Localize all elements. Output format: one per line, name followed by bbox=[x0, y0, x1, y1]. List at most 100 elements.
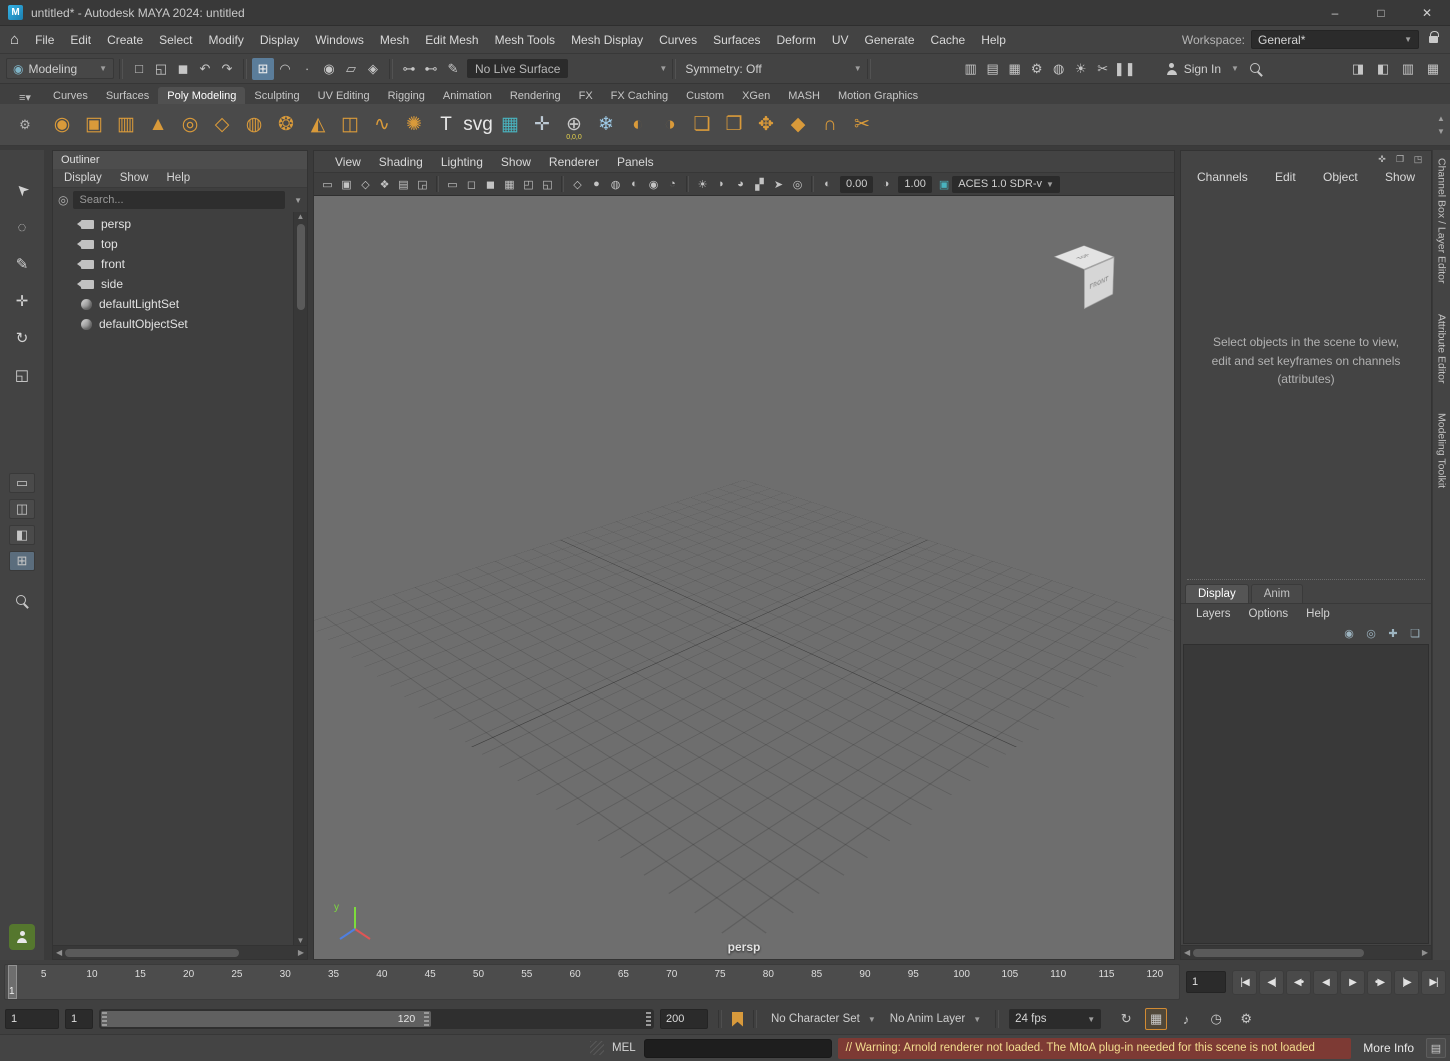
pan-zoom-icon[interactable]: ◲ bbox=[413, 175, 432, 194]
workspace-selector[interactable]: General* ▼ bbox=[1251, 30, 1419, 49]
outliner-item[interactable]: defaultObjectSet bbox=[53, 314, 293, 334]
viewport-menu-renderer[interactable]: Renderer bbox=[540, 152, 608, 172]
shaded-icon[interactable]: ● bbox=[587, 175, 606, 194]
paint-select-tool[interactable]: ✎ bbox=[8, 250, 36, 278]
redo-icon[interactable]: ↷ bbox=[216, 58, 238, 80]
animation-preferences-icon[interactable]: ⚙ bbox=[1235, 1008, 1257, 1030]
tool-settings-toggle-icon[interactable]: ◧ bbox=[1372, 58, 1394, 80]
viewport-menu-shading[interactable]: Shading bbox=[370, 152, 432, 172]
outliner-item[interactable]: top bbox=[53, 234, 293, 254]
poly-pipe-icon[interactable]: ◫ bbox=[334, 109, 366, 141]
more-info-button[interactable]: More Info bbox=[1357, 1041, 1420, 1055]
poly-pyramid-icon[interactable]: ◭ bbox=[302, 109, 334, 141]
bevel-icon[interactable]: ◆ bbox=[782, 109, 814, 141]
chevron-down-icon[interactable]: ▼ bbox=[850, 64, 862, 73]
sweep-mesh-icon[interactable]: ▦ bbox=[494, 109, 526, 141]
sidebar-tab-channel-box-layer-editor[interactable]: Channel Box / Layer Editor bbox=[1436, 158, 1448, 284]
auto-keyframe-icon[interactable]: ▦ bbox=[1145, 1008, 1167, 1030]
render-setup-icon[interactable]: ✂ bbox=[1092, 58, 1114, 80]
freeze-transform-icon[interactable]: ❄ bbox=[590, 109, 622, 141]
open-scene-icon[interactable]: ◱ bbox=[150, 58, 172, 80]
layer-menu-help[interactable]: Help bbox=[1297, 606, 1339, 622]
new-scene-icon[interactable]: □ bbox=[128, 58, 150, 80]
play-forwards-button[interactable]: ▶ bbox=[1340, 970, 1365, 995]
pane-outliner-layout-button[interactable]: ◧ bbox=[9, 525, 35, 545]
playback-loop-icon[interactable]: ↻ bbox=[1115, 1008, 1137, 1030]
lock-workspace-icon[interactable] bbox=[1429, 36, 1438, 43]
animation-end-field[interactable] bbox=[660, 1009, 708, 1029]
attribute-editor-toggle-icon[interactable]: ◨ bbox=[1347, 58, 1369, 80]
single-pane-layout-button[interactable]: ▭ bbox=[9, 473, 35, 493]
new-layer-from-selected-icon[interactable]: ❏ bbox=[1407, 625, 1423, 641]
playback-speed-icon[interactable]: ◷ bbox=[1205, 1008, 1227, 1030]
scroll-thumb[interactable] bbox=[297, 224, 305, 310]
shelf-tab-motion-graphics[interactable]: Motion Graphics bbox=[829, 87, 927, 104]
poly-sphere-icon[interactable]: ◉ bbox=[46, 109, 78, 141]
scroll-thumb[interactable] bbox=[65, 949, 239, 957]
ipr-render-icon[interactable]: ▦ bbox=[1004, 58, 1026, 80]
mel-language-selector[interactable]: MEL bbox=[610, 1042, 638, 1054]
filter-icon[interactable]: ◎ bbox=[58, 193, 68, 207]
poly-type-icon[interactable]: T bbox=[430, 109, 462, 141]
channel-box-menu-show[interactable]: Show bbox=[1385, 170, 1415, 184]
wireframe-icon[interactable]: ◇ bbox=[568, 175, 587, 194]
maximize-button[interactable]: □ bbox=[1358, 0, 1404, 25]
chevron-down-icon[interactable]: ▼ bbox=[290, 196, 302, 205]
channel-box-toggle-icon[interactable]: ▥ bbox=[1397, 58, 1419, 80]
move-to-origin-icon[interactable]: ⊕ 0,0,0 bbox=[558, 109, 590, 141]
exposure-field[interactable]: 0.00 bbox=[840, 176, 873, 193]
step-back-frame-button[interactable]: ◀| bbox=[1259, 970, 1284, 995]
select-tool[interactable]: ➤ bbox=[8, 176, 36, 204]
duplicate-tab-icon[interactable]: ❐ bbox=[1393, 153, 1407, 165]
animation-start-field[interactable] bbox=[5, 1009, 59, 1029]
view-cube[interactable]: FRONT RIGHT TOP bbox=[1046, 238, 1122, 314]
range-handle-end[interactable] bbox=[646, 1012, 651, 1026]
tear-off-copy-icon[interactable]: ◳ bbox=[1411, 153, 1425, 165]
exposure-icon[interactable]: ◐ bbox=[818, 175, 837, 194]
poly-gear-icon[interactable]: ✺ bbox=[398, 109, 430, 141]
isolate-select-icon[interactable]: ◎ bbox=[788, 175, 807, 194]
shadows-icon[interactable]: ◗ bbox=[712, 175, 731, 194]
poly-torus-icon[interactable]: ◎ bbox=[174, 109, 206, 141]
outliner-menu-display[interactable]: Display bbox=[55, 169, 111, 187]
fps-selector[interactable]: 24 fps ▼ bbox=[1009, 1009, 1101, 1029]
view-transform-selector[interactable]: ACES 1.0 SDR-v ▼ bbox=[952, 176, 1060, 193]
image-plane-icon[interactable]: ▤ bbox=[394, 175, 413, 194]
shelf-tab-animation[interactable]: Animation bbox=[434, 87, 501, 104]
separate-icon[interactable]: ❐ bbox=[718, 109, 750, 141]
user-avatar[interactable] bbox=[9, 924, 35, 950]
hypershade-icon[interactable]: ◍ bbox=[1048, 58, 1070, 80]
gamma-icon[interactable]: ◑ bbox=[876, 175, 895, 194]
layer-tab-display[interactable]: Display bbox=[1185, 584, 1249, 603]
anim-layer-selector[interactable]: No Anim Layer ▼ bbox=[886, 1013, 985, 1025]
shelf-gear-icon[interactable]: ⚙ bbox=[6, 117, 44, 133]
ambient-occlusion-icon[interactable]: ◕ bbox=[731, 175, 750, 194]
layer-tab-anim[interactable]: Anim bbox=[1251, 584, 1303, 603]
layer-menu-layers[interactable]: Layers bbox=[1187, 606, 1240, 622]
step-back-key-button[interactable]: ◀• bbox=[1286, 970, 1311, 995]
select-camera-icon[interactable]: ▭ bbox=[318, 175, 337, 194]
chevron-down-icon[interactable]: ▼ bbox=[655, 64, 667, 73]
layer-visibility-icon[interactable]: ◉ bbox=[1341, 625, 1357, 641]
outliner-item[interactable]: persp bbox=[53, 214, 293, 234]
snap-to-projected-center-icon[interactable]: ◉ bbox=[318, 58, 340, 80]
snap-to-points-icon[interactable]: ∙ bbox=[296, 58, 318, 80]
playback-start-field[interactable] bbox=[65, 1009, 93, 1029]
bookmark-icon[interactable] bbox=[732, 1012, 743, 1027]
poly-platonic-icon[interactable]: ❂ bbox=[270, 109, 302, 141]
menu-edit[interactable]: Edit bbox=[62, 29, 99, 51]
viewport-menu-panels[interactable]: Panels bbox=[608, 152, 663, 172]
channel-box-menu-object[interactable]: Object bbox=[1323, 170, 1358, 184]
shelf-scroll-arrows[interactable]: ▲▼ bbox=[1434, 114, 1450, 136]
viewport-menu-lighting[interactable]: Lighting bbox=[432, 152, 492, 172]
menu-create[interactable]: Create bbox=[99, 29, 151, 51]
viewport-menu-view[interactable]: View bbox=[326, 152, 370, 172]
menu-cache[interactable]: Cache bbox=[923, 29, 974, 51]
viewport-canvas[interactable]: FRONT RIGHT TOP y persp bbox=[314, 196, 1174, 959]
workspace-toggle-icon[interactable]: ▦ bbox=[1422, 58, 1444, 80]
menu-set-selector[interactable]: ◉ Modeling ▼ bbox=[6, 58, 114, 79]
character-set-selector[interactable]: No Character Set ▼ bbox=[767, 1013, 880, 1025]
outliner-item[interactable]: front bbox=[53, 254, 293, 274]
resolution-gate-icon[interactable]: ◻ bbox=[462, 175, 481, 194]
menu-help[interactable]: Help bbox=[973, 29, 1014, 51]
